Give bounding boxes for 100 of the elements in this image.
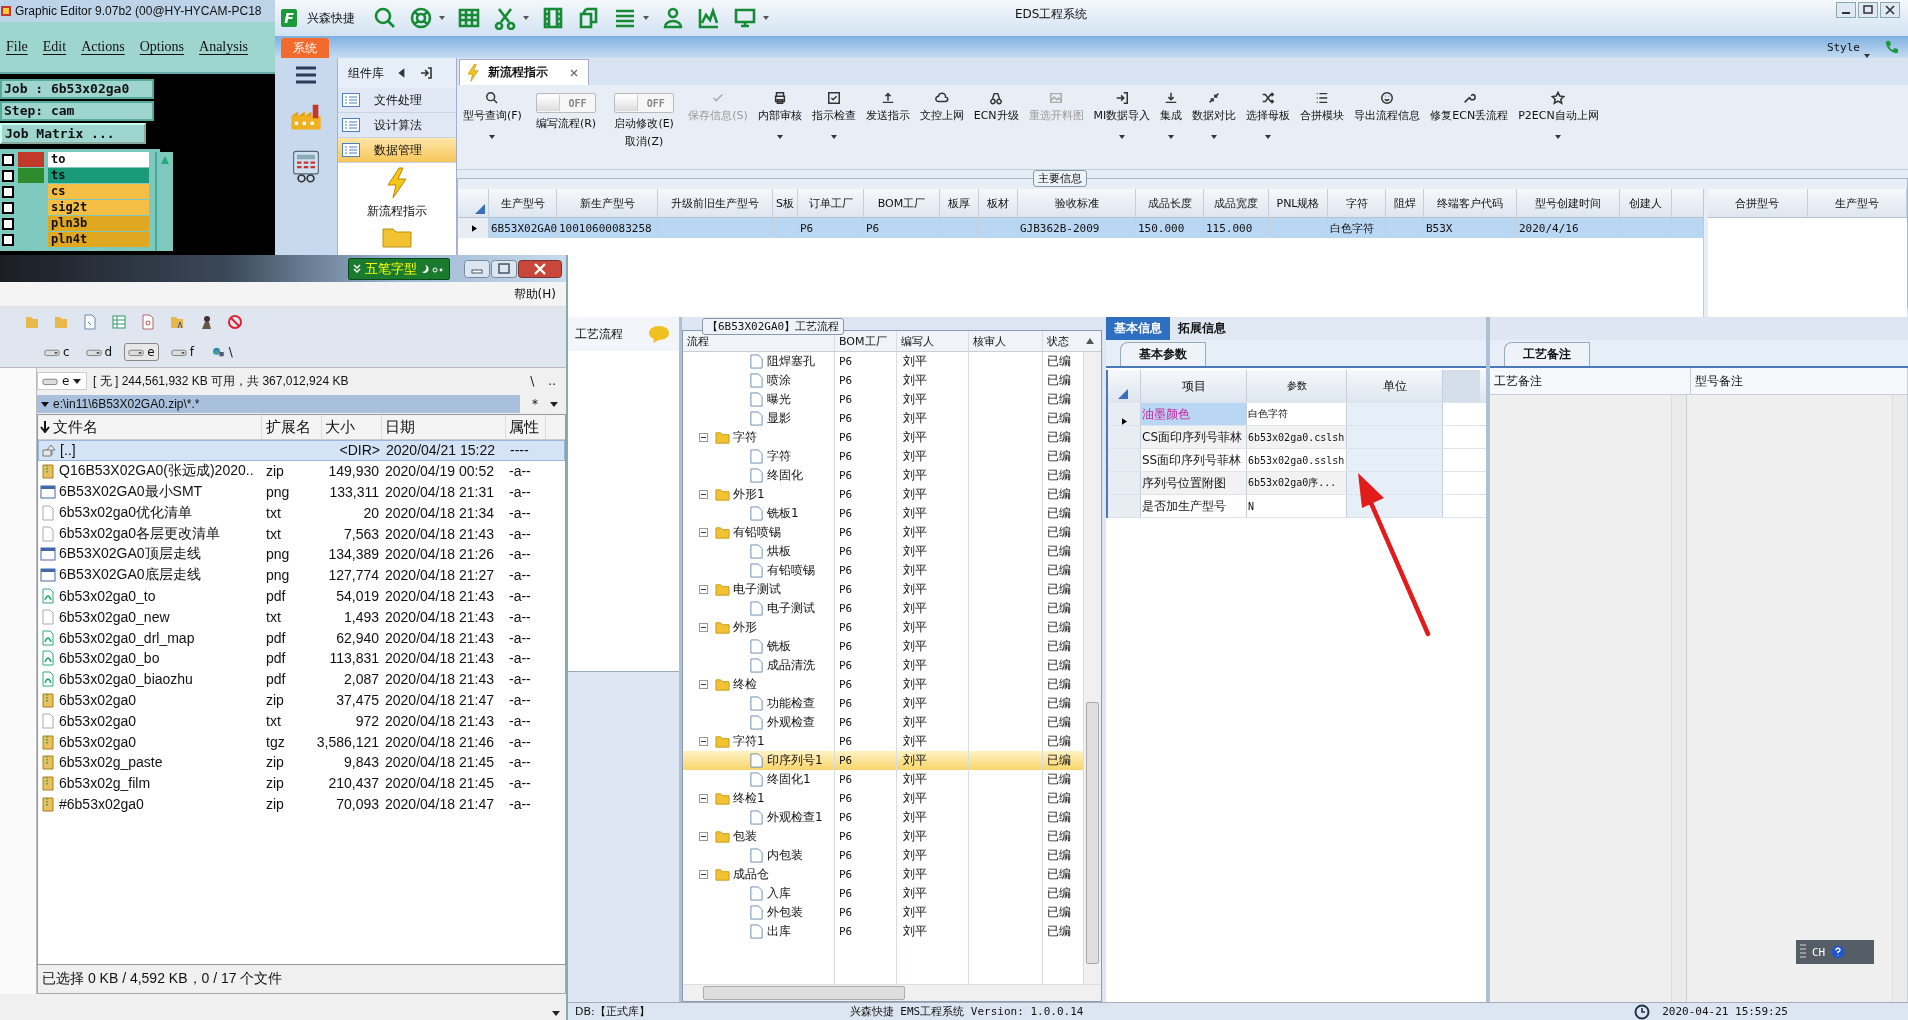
tree-row[interactable]: 终检1 P6 刘平 已编 [683,789,1083,808]
table-row[interactable]: 6B53X02GA0 10010600083258 P6 P6 GJB362B-2009 150.000 115.000 白色字符 B53X 2020/4/16 [458,218,1703,238]
column-header[interactable]: 型号创建时间 [1517,189,1620,217]
document-icon[interactable] [140,314,156,330]
document-icon[interactable] [82,314,98,330]
tree-row[interactable]: 成品仓 P6 刘平 已编 [683,865,1083,884]
file-row[interactable]: 6b53x02ga0 tgz 3,586,121 2020/04/18 21:46 -a-- [38,731,565,752]
collapse-icon[interactable] [699,832,708,841]
file-row[interactable]: 6b53x02ga0优化清单 txt 20 2020/04/18 21:34 -a-- [38,502,565,524]
nav-item[interactable]: 文件处理 [338,88,456,113]
column-header[interactable]: 板材 [979,189,1018,217]
lifebuoy-icon[interactable] [409,6,433,30]
column-header[interactable]: 合拼型号 [1708,189,1808,217]
minimize-icon[interactable] [1836,2,1856,18]
caret-icon[interactable] [763,16,769,20]
menu-item[interactable]: Edit [42,39,67,55]
checkbox[interactable] [2,185,14,198]
document-tab[interactable]: 新流程指示 [459,59,589,85]
column-header[interactable]: BOM工厂 [864,189,940,217]
caret-icon[interactable] [776,135,783,139]
tree-row[interactable]: 喷涂 P6 刘平 已编 [683,371,1083,390]
column-header[interactable]: 属性 [506,415,546,439]
table-row[interactable]: 是否加生产型号 N [1108,495,1486,518]
menu-item[interactable]: Actions [81,39,125,55]
ribbon-button[interactable]: 数据对比 [1188,89,1241,125]
folder-icon[interactable] [169,314,185,330]
tree-row[interactable]: 有铅喷锡 P6 刘平 已编 [683,523,1083,542]
collapse-icon[interactable] [699,680,708,689]
caret-icon[interactable] [523,16,529,20]
file-row[interactable]: 6b53x02ga0 txt 972 2020/04/18 21:43 -a-- [38,710,565,732]
column-header[interactable]: 状态 [1043,331,1081,351]
tool-label[interactable]: 新流程指示 [367,203,427,220]
drive-button[interactable]: \ [205,343,237,361]
moon-icon[interactable] [421,263,445,274]
column-header[interactable]: 新生产型号 [557,189,658,217]
caret-icon[interactable] [41,401,49,407]
menu-item[interactable]: File [6,39,28,55]
file-row[interactable]: 6b53x02ga0 zip 37,475 2020/04/18 21:47 -a-- [38,689,565,711]
tab[interactable]: 拓展信息 [1170,317,1234,340]
sign-in-icon[interactable] [420,67,432,79]
input-method-bar[interactable]: CH [1796,940,1874,964]
tree-row[interactable]: 功能检查 P6 刘平 已编 [683,694,1083,713]
parent-button[interactable]: .. [544,374,560,388]
column-header[interactable]: 阻焊 [1386,189,1424,217]
layer-name[interactable]: cs [48,184,149,199]
column-header[interactable]: 型号备注 [1691,368,1908,394]
caret-icon[interactable] [550,401,558,407]
column-header[interactable]: 工艺备注 [1490,368,1691,394]
column-header[interactable]: S板 [773,189,798,217]
caret-icon[interactable] [1168,135,1175,139]
column-header[interactable]: 核审人 [969,331,1043,351]
column-header[interactable]: 生产型号 [489,189,557,217]
chevron-icon[interactable] [353,263,361,274]
collapse-icon[interactable] [699,528,708,537]
column-header[interactable]: BOM工厂 [835,331,897,351]
collapse-icon[interactable] [699,623,708,632]
table-row[interactable]: SS面印序列号菲林 6b53x02ga0.sslsh [1108,449,1486,472]
grip-icon[interactable] [1800,944,1806,960]
ribbon-button[interactable]: 文控上网 [915,89,968,125]
tree-row[interactable]: 电子测试 P6 刘平 已编 [683,599,1083,618]
column-header[interactable]: 参数 [1247,370,1347,402]
ribbon-button[interactable]: 型号查询(F) [459,89,526,125]
tree-row[interactable]: 成品清洗 P6 刘平 已编 [683,656,1083,675]
checkbox[interactable] [2,217,14,230]
caret-icon[interactable] [643,16,649,20]
tree-row[interactable]: 铣板 P6 刘平 已编 [683,637,1083,656]
column-header[interactable]: 扩展名 [262,415,322,439]
person-icon[interactable] [661,6,685,30]
tree-row[interactable]: 外形 P6 刘平 已编 [683,618,1083,637]
ribbon-button[interactable]: 发送指示 [861,89,914,125]
checkbox[interactable] [2,201,14,214]
ribbon-button[interactable]: 内部审核 [753,89,806,125]
tree-row[interactable]: 铣板1 P6 刘平 已编 [683,504,1083,523]
filter-button[interactable]: * [528,397,542,411]
path-bar[interactable]: e:\in11\6B53X02GA0.zip\*.* [37,395,520,413]
file-row[interactable]: 6b53x02g_paste zip 9,843 2020/04/18 21:45 -a-- [38,751,565,773]
file-row[interactable]: 6B53X02GA0最小SMT png 133,311 2020/04/18 21:31 -a-- [38,481,565,503]
caret-icon[interactable] [1118,135,1125,139]
tree-row[interactable]: 曝光 P6 刘平 已编 [683,390,1083,409]
ribbon-button[interactable]: 合拼模块 [1296,89,1349,125]
tree-row[interactable]: 外包装 P6 刘平 已编 [683,903,1083,922]
scissors-icon[interactable] [493,6,517,30]
checkbox[interactable] [2,233,14,246]
drive-button[interactable]: f [166,343,198,361]
help-icon[interactable] [1831,945,1846,959]
column-header[interactable]: 生产型号 [1807,189,1907,217]
tree-row[interactable]: 外观检查 P6 刘平 已编 [683,713,1083,732]
file-row[interactable]: 6B53X02GA0顶层走线 png 134,389 2020/04/18 21:26 -a-- [38,544,565,565]
tree-row[interactable]: 终检 P6 刘平 已编 [683,675,1083,694]
tree-row[interactable]: 外形1 P6 刘平 已编 [683,485,1083,504]
file-row[interactable]: #6b53x02ga0 zip 70,093 2020/04/18 21:47 -a-- [38,793,565,815]
ribbon-button[interactable]: ECN升级 [969,89,1023,125]
prohibited-icon[interactable] [227,314,243,330]
table-row[interactable]: 油墨颜色 白色字符 [1108,403,1486,426]
layer-name[interactable]: sig2t [48,200,149,215]
monitor-icon[interactable] [733,6,757,30]
film-icon[interactable] [541,6,565,30]
column-header[interactable]: 成品宽度 [1204,189,1269,217]
caret-icon[interactable] [1555,135,1562,139]
file-row[interactable]: Q16B53X02GA0(张远成)2020.. zip 149,930 2020/04/19 00:52 -a-- [38,460,565,482]
